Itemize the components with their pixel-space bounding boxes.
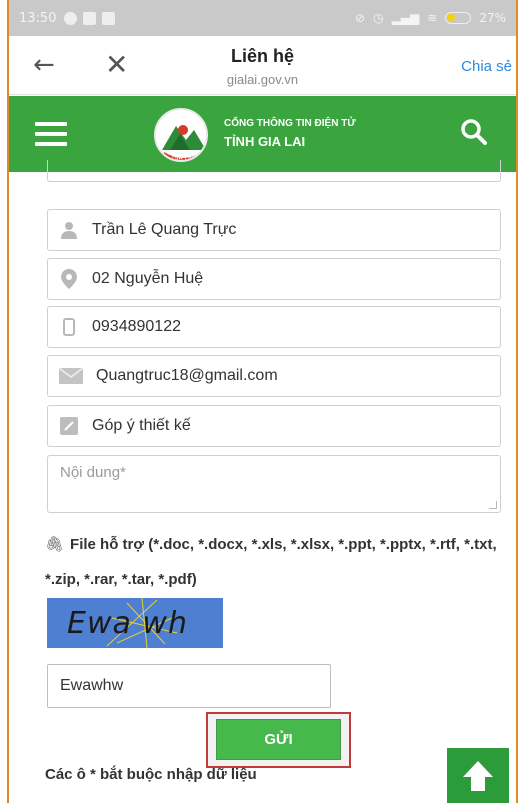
file-note-text: File hỗ trợ (*.doc, *.docx, *.xls, *.xls… [45, 536, 497, 588]
page-url: gialai.gov.vn [226, 72, 299, 87]
page-title: Liên hệ [230, 46, 294, 66]
facebook-icon-2 [102, 11, 116, 25]
battery-percent: 27% [479, 11, 506, 25]
paperclip-icon: 🖇 [45, 535, 65, 553]
status-bar: 13:50 ⊘ ◷ ▂▄▆ ≋ 27% [9, 0, 516, 36]
hamburger-icon[interactable] [35, 122, 67, 146]
email-field[interactable]: Quangtruc18@gmail.com [47, 355, 501, 397]
captcha-text: Ewa wh w [67, 606, 188, 648]
name-value: Trần Lê Quang Trực [92, 221, 237, 238]
submit-highlight: GỬI [206, 712, 351, 768]
phone-icon [58, 316, 80, 338]
mute-icon: ⊘ [355, 11, 366, 25]
address-value: 02 Nguyễn Huệ [92, 270, 204, 287]
arrow-up-icon[interactable] [447, 748, 509, 803]
location-pin-icon [58, 268, 80, 290]
signal-icon: ▂▄▆ [391, 11, 420, 25]
brand-line-2: TỈNH GIA LAI [224, 134, 306, 149]
user-icon [58, 219, 80, 241]
email-value: Quangtruc18@gmail.com [96, 367, 278, 384]
search-icon[interactable] [460, 118, 488, 146]
captcha-input[interactable]: Ewawhw [47, 664, 331, 708]
contact-form: Trần Lê Quang Trực 02 Nguyễn Huệ 0934890… [9, 160, 516, 803]
site-logo[interactable]: GIA LAI [154, 108, 208, 162]
content-textarea[interactable]: Nội dung* [47, 455, 501, 513]
name-field[interactable]: Trần Lê Quang Trực [47, 209, 501, 251]
facebook-icon [83, 11, 97, 25]
captcha-image: Ewa wh w [47, 598, 223, 648]
edit-icon [58, 415, 80, 437]
app-frame: 13:50 ⊘ ◷ ▂▄▆ ≋ 27% ← ✕ Liên hệ gialai.g… [7, 0, 518, 803]
envelope-icon [58, 365, 84, 387]
partial-field[interactable] [47, 160, 501, 182]
alarm-icon: ◷ [373, 11, 384, 25]
messenger-icon [64, 11, 78, 25]
subject-value: Góp ý thiết kế [92, 417, 191, 434]
browser-navbar: ← ✕ Liên hệ gialai.gov.vn Chia sẻ [9, 36, 516, 95]
status-time: 13:50 [19, 10, 57, 26]
file-note[interactable]: 🖇 File hỗ trợ (*.doc, *.docx, *.xls, *.xl… [45, 527, 515, 597]
required-note: Các ô * bắt buộc nhập dữ liệu [45, 766, 257, 783]
phone-field[interactable]: 0934890122 [47, 306, 501, 348]
captcha-input-value: Ewawhw [60, 677, 124, 694]
battery-icon [445, 12, 472, 24]
wifi-icon: ≋ [427, 11, 438, 25]
subject-field[interactable]: Góp ý thiết kế [47, 405, 501, 447]
share-button[interactable]: Chia sẻ [461, 58, 512, 75]
submit-button[interactable]: GỬI [216, 719, 341, 760]
phone-value: 0934890122 [92, 318, 181, 335]
brand-line-1: CỔNG THÔNG TIN ĐIỆN TỬ [224, 118, 356, 129]
resize-handle[interactable] [489, 501, 497, 509]
content-placeholder: Nội dung* [60, 464, 126, 481]
address-field[interactable]: 02 Nguyễn Huệ [47, 258, 501, 300]
